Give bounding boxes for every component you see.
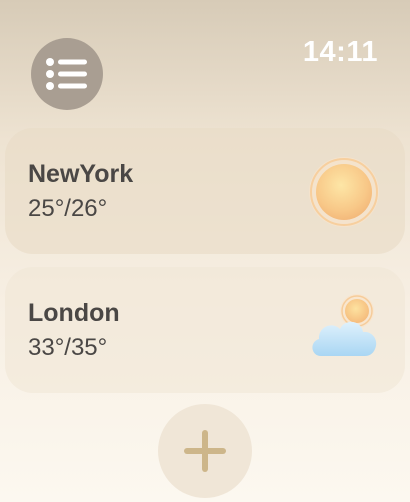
temperature-range: 33°/35° bbox=[28, 334, 108, 361]
top-bar: 14:11 bbox=[0, 0, 410, 120]
list-icon bbox=[46, 58, 87, 90]
sun-icon bbox=[309, 157, 379, 227]
menu-button[interactable] bbox=[31, 38, 103, 110]
cloud-sun-icon bbox=[312, 294, 377, 356]
add-location-button[interactable] bbox=[158, 404, 252, 498]
location-card-london[interactable]: London 33°/35° bbox=[5, 267, 405, 393]
city-name: London bbox=[28, 299, 120, 327]
city-name: NewYork bbox=[28, 160, 134, 188]
location-card-newyork[interactable]: NewYork 25°/26° bbox=[5, 128, 405, 254]
clock-time: 14:11 bbox=[302, 36, 378, 68]
plus-icon bbox=[184, 430, 226, 472]
temperature-range: 25°/26° bbox=[28, 195, 108, 222]
